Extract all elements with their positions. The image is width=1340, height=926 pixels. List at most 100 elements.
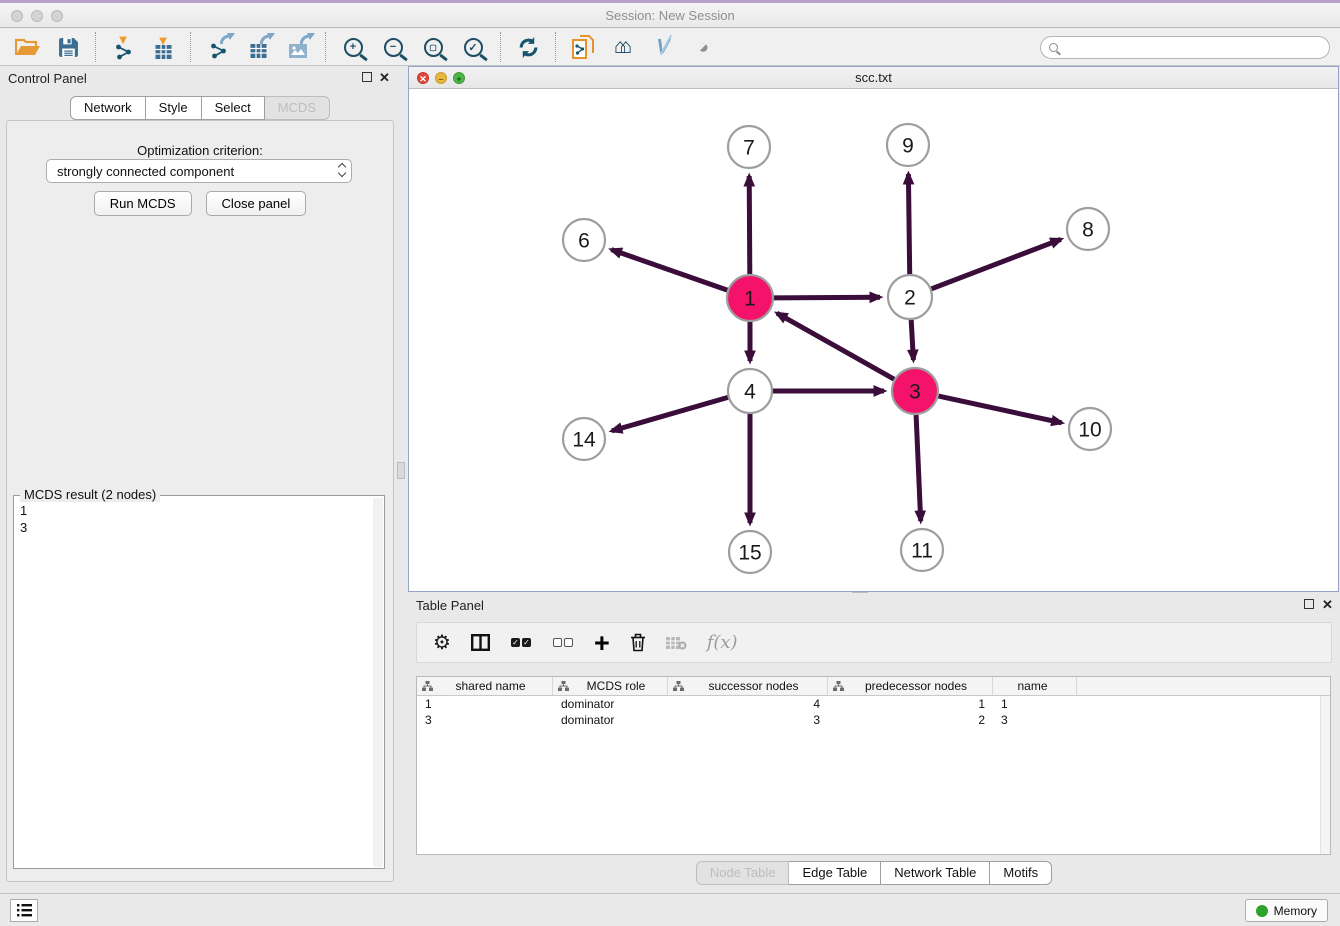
- toolbar-separator: [325, 32, 326, 62]
- vertical-splitter-handle[interactable]: [397, 462, 405, 479]
- edge-3-11[interactable]: [916, 415, 921, 521]
- memory-button[interactable]: Memory: [1245, 899, 1328, 922]
- network-from-clipboard-icon[interactable]: [563, 31, 603, 63]
- float-panel-icon[interactable]: [1304, 599, 1314, 609]
- svg-text:9: 9: [902, 134, 914, 157]
- table-cell[interactable]: 1: [993, 696, 1077, 712]
- table-cell[interactable]: 3: [417, 712, 553, 728]
- tab-node-table[interactable]: Node Table: [696, 861, 790, 885]
- table-cell[interactable]: 1: [417, 696, 553, 712]
- edge-2-8[interactable]: [932, 239, 1061, 288]
- node-15[interactable]: 15: [729, 531, 771, 573]
- network-canvas[interactable]: 1 2 3 4 6 7 8 9 10 11 14 15: [409, 89, 1338, 591]
- table-cell[interactable]: 3: [668, 712, 828, 728]
- column-header-shared-name[interactable]: shared name: [417, 677, 553, 695]
- node-11[interactable]: 11: [901, 529, 943, 571]
- table-cell[interactable]: dominator: [553, 696, 668, 712]
- export-arrow-icon: [260, 32, 275, 50]
- node-14[interactable]: 14: [563, 418, 605, 460]
- deselect-all-icon[interactable]: [552, 638, 574, 647]
- node-6[interactable]: 6: [563, 219, 605, 261]
- zoom-out-icon[interactable]: −: [373, 31, 413, 63]
- search-input[interactable]: [1064, 40, 1329, 55]
- table-cell[interactable]: 3: [993, 712, 1077, 728]
- export-network-icon[interactable]: [198, 31, 238, 63]
- svg-text:15: 15: [738, 541, 761, 564]
- import-table-icon[interactable]: ▼: [143, 31, 183, 63]
- optimization-criterion-select[interactable]: strongly connected component: [46, 159, 352, 183]
- node-10[interactable]: 10: [1069, 408, 1111, 450]
- table-row[interactable]: 3dominator323: [417, 712, 1330, 728]
- edge-1-6[interactable]: [611, 250, 727, 291]
- column-header-predecessor-nodes[interactable]: predecessor nodes: [828, 677, 993, 695]
- memory-status-icon: [1256, 905, 1268, 917]
- tab-network[interactable]: Network: [70, 96, 146, 120]
- delete-columns-icon[interactable]: [630, 633, 646, 652]
- table-cell[interactable]: 1: [828, 696, 993, 712]
- toolbar-separator: [190, 32, 191, 62]
- edge-1-7[interactable]: [749, 176, 750, 274]
- node-3[interactable]: 3: [892, 368, 938, 414]
- run-mcds-button[interactable]: Run MCDS: [94, 191, 192, 216]
- select-all-icon[interactable]: ✓✓: [510, 638, 532, 647]
- tab-motifs[interactable]: Motifs: [990, 861, 1052, 885]
- result-scrollbar[interactable]: [373, 498, 383, 867]
- table-cell[interactable]: 2: [828, 712, 993, 728]
- network-frame-titlebar[interactable]: ✕ – + scc.txt: [409, 67, 1338, 89]
- show-graphics-details-icon[interactable]: ◑: [683, 31, 723, 63]
- control-panel-titlebar: Control Panel ✕: [0, 66, 400, 90]
- show-column-panel-icon[interactable]: [471, 634, 490, 651]
- export-table-icon[interactable]: [238, 31, 278, 63]
- node-7[interactable]: 7: [728, 126, 770, 168]
- optimization-criterion-label: Optimization criterion:: [7, 143, 393, 158]
- column-header-successor-nodes[interactable]: successor nodes: [668, 677, 828, 695]
- vizmapper-icon[interactable]: V: [643, 31, 683, 63]
- svg-text:14: 14: [572, 428, 596, 451]
- svg-text:8: 8: [1082, 218, 1094, 241]
- task-history-button[interactable]: [10, 899, 38, 922]
- export-image-icon[interactable]: [278, 31, 318, 63]
- tab-style[interactable]: Style: [146, 96, 202, 120]
- edge-4-14[interactable]: [612, 397, 728, 431]
- mcds-result-text[interactable]: 1 3: [14, 498, 372, 868]
- edge-3-1[interactable]: [777, 313, 894, 379]
- table-options-icon[interactable]: ⚙: [433, 630, 451, 655]
- open-session-icon[interactable]: [8, 31, 48, 63]
- column-header-filler: [1077, 677, 1330, 695]
- svg-text:2: 2: [904, 286, 916, 309]
- tab-mcds[interactable]: MCDS: [265, 96, 330, 120]
- tab-edge-table[interactable]: Edge Table: [789, 861, 881, 885]
- tab-network-table[interactable]: Network Table: [881, 861, 990, 885]
- edge-2-9[interactable]: [908, 174, 909, 274]
- close-panel-icon[interactable]: ✕: [379, 70, 390, 86]
- zoom-fit-icon[interactable]: ▢: [413, 31, 453, 63]
- close-panel-icon[interactable]: ✕: [1322, 597, 1333, 613]
- table-scrollbar[interactable]: [1320, 696, 1330, 854]
- control-panel: Control Panel ✕ NetworkStyleSelectMCDS O…: [0, 66, 400, 890]
- close-panel-button[interactable]: Close panel: [206, 191, 307, 216]
- table-cell[interactable]: dominator: [553, 712, 668, 728]
- node-9[interactable]: 9: [887, 124, 929, 166]
- table-cell[interactable]: 4: [668, 696, 828, 712]
- attribute-icon: [422, 681, 433, 691]
- tab-select[interactable]: Select: [202, 96, 265, 120]
- column-header-MCDS-role[interactable]: MCDS role: [553, 677, 668, 695]
- main-toolbar: ▼ ▼ + − ▢ ✓ ⌂⌂ V ◑: [0, 29, 1340, 66]
- save-session-icon[interactable]: [48, 31, 88, 63]
- edge-3-10[interactable]: [939, 396, 1062, 423]
- edge-2-3[interactable]: [911, 320, 913, 360]
- cybrowser-home-icon[interactable]: ⌂⌂: [603, 31, 643, 63]
- zoom-selected-icon[interactable]: ✓: [453, 31, 493, 63]
- apply-layout-icon[interactable]: [508, 31, 548, 63]
- node-4[interactable]: 4: [728, 369, 772, 413]
- zoom-in-icon[interactable]: +: [333, 31, 373, 63]
- node-8[interactable]: 8: [1067, 208, 1109, 250]
- column-header-name[interactable]: name: [993, 677, 1077, 695]
- node-1[interactable]: 1: [727, 275, 773, 321]
- import-network-icon[interactable]: ▼: [103, 31, 143, 63]
- edge-1-2[interactable]: [774, 297, 880, 298]
- node-2[interactable]: 2: [888, 275, 932, 319]
- table-row[interactable]: 1dominator411: [417, 696, 1330, 712]
- float-panel-icon[interactable]: [362, 72, 372, 82]
- create-column-icon[interactable]: +: [594, 633, 610, 653]
